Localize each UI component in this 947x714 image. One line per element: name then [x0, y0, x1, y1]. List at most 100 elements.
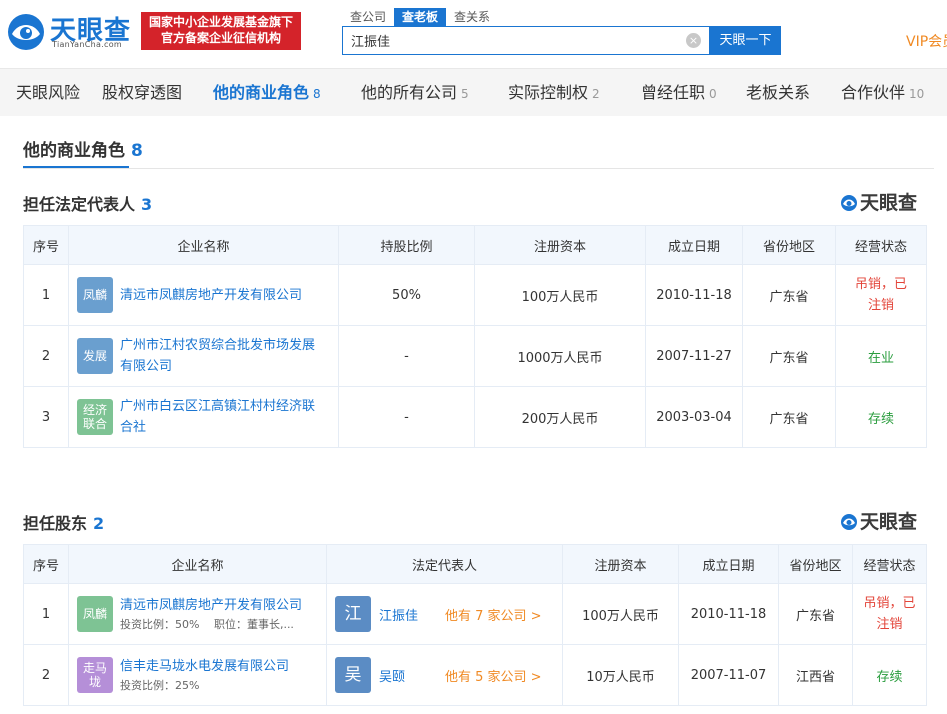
tab-count: 0	[709, 87, 717, 101]
tab-equity-graph[interactable]: 股权穿透图	[102, 69, 182, 117]
company-logo[interactable]: 走马垅	[77, 657, 113, 693]
section-label: 担任法定代表人	[23, 195, 136, 214]
company-sub-info: 投资比例：50% 职位：董事长,...	[120, 618, 294, 631]
vip-link[interactable]: VIP会员	[906, 31, 947, 51]
tab-count: 10	[909, 87, 925, 101]
legal-rep-section-title: 担任法定代表人 3	[23, 191, 152, 215]
tab-partners[interactable]: 合作伙伴 10	[841, 69, 924, 117]
company-link[interactable]: 信丰走马垅水电发展有限公司	[120, 656, 320, 677]
registered-capital: 10万人民币	[562, 644, 679, 706]
search-input[interactable]	[343, 27, 673, 54]
tab-label: 曾经任职	[641, 83, 706, 102]
eye-logo-icon	[841, 195, 857, 211]
more-companies-link[interactable]: 他有 5 家公司 >	[445, 666, 542, 685]
tab-business-roles[interactable]: 他的商业角色 8	[213, 69, 321, 117]
shareholder-table: 序号 企业名称 法定代表人 注册资本 成立日期 省份地区 经营状态 1 凤麟 清远…	[23, 544, 927, 706]
section-count: 2	[93, 514, 105, 533]
tab-search-company[interactable]: 查公司	[342, 8, 394, 26]
tab-label: 他的商业角色	[213, 83, 310, 102]
col-header-share: 持股比例	[338, 225, 475, 265]
more-companies-link[interactable]: 他有 7 家公司 >	[445, 605, 542, 624]
eye-logo-icon	[841, 514, 857, 530]
row-no: 2	[23, 644, 69, 706]
company-logo[interactable]: 凤麟	[77, 277, 113, 313]
official-badge: 国家中小企业发展基金旗下 官方备案企业征信机构	[141, 12, 301, 50]
company-link[interactable]: 清远市凤麒房地产开发有限公司	[120, 595, 320, 616]
col-header-legal-rep: 法定代表人	[326, 544, 563, 584]
status-text: 存续	[867, 411, 894, 427]
col-header-company: 企业名称	[68, 544, 327, 584]
avatar[interactable]: 江	[335, 596, 371, 632]
person-link[interactable]: 江振佳	[379, 605, 445, 624]
status-text: 在业	[867, 350, 894, 366]
main-content: 他的商业角色 8 担任法定代表人 3 天眼查 序号 企业名称 持股比例 注册资本 成…	[8, 116, 947, 714]
founded-date: 2010-11-18	[678, 583, 779, 645]
tab-boss-relations[interactable]: 老板关系	[746, 69, 810, 117]
status-cell: 存续	[852, 644, 927, 706]
tab-search-relation[interactable]: 查关系	[446, 8, 498, 26]
company-logo[interactable]: 经济联合	[77, 399, 113, 435]
company-link[interactable]: 广州市江村农贸综合批发市场发展有限公司	[120, 335, 325, 377]
row-no: 2	[23, 325, 69, 387]
table-row: 2 走马垅 信丰走马垅水电发展有限公司投资比例：25% 吴吴颐 他有 5 家公司 >…	[23, 644, 927, 706]
page-title-count: 8	[131, 141, 143, 161]
founded-date: 2007-11-07	[678, 644, 779, 706]
tab-search-boss[interactable]: 查老板	[394, 8, 447, 26]
table-header-row: 序号 企业名称 法定代表人 注册资本 成立日期 省份地区 经营状态	[23, 544, 927, 584]
company-cell: 发展 广州市江村农贸综合批发市场发展有限公司	[68, 325, 339, 387]
company-logo[interactable]: 发展	[77, 338, 113, 374]
company-logo[interactable]: 凤麟	[77, 596, 113, 632]
tab-actual-control[interactable]: 实际控制权 2	[508, 69, 600, 117]
tianyancha-logo[interactable]: 天眼查 TianYanCha.com	[6, 10, 134, 52]
tab-risk[interactable]: 天眼风险	[16, 69, 80, 117]
person-link[interactable]: 吴颐	[379, 666, 445, 685]
col-header-status: 经营状态	[835, 225, 927, 265]
brand-watermark: 天眼查	[840, 507, 917, 534]
section-count: 3	[141, 195, 153, 214]
col-header-date: 成立日期	[645, 225, 743, 265]
clear-icon[interactable]: ×	[686, 33, 701, 48]
table-row: 3 经济联合 广州市白云区江高镇江村村经济联合社 - 200万人民币 2003-0…	[23, 386, 927, 448]
col-header-no: 序号	[23, 544, 69, 584]
company-cell: 凤麟 清远市凤麒房地产开发有限公司	[68, 264, 339, 326]
table-row: 1 凤麟 清远市凤麒房地产开发有限公司 50% 100万人民币 2010-11-1…	[23, 264, 927, 326]
col-header-capital: 注册资本	[562, 544, 679, 584]
region: 广东省	[742, 264, 836, 326]
company-cell: 经济联合 广州市白云区江高镇江村村经济联合社	[68, 386, 339, 448]
tab-count: 2	[592, 87, 600, 101]
share-ratio: -	[338, 386, 475, 448]
col-header-region: 省份地区	[778, 544, 853, 584]
company-link[interactable]: 广州市白云区江高镇江村村经济联合社	[120, 396, 325, 438]
badge-line-2: 官方备案企业征信机构	[160, 31, 281, 45]
founded-date: 2003-03-04	[645, 386, 743, 448]
search-button[interactable]: 天眼一下	[710, 26, 781, 55]
region: 广东省	[742, 325, 836, 387]
share-ratio: -	[338, 325, 475, 387]
page-title: 他的商业角色 8	[23, 136, 143, 161]
status-text: 吊销，已注销	[854, 277, 907, 313]
search-type-tabs: 查公司 查老板 查关系	[342, 8, 498, 26]
status-cell: 吊销，已注销	[852, 583, 927, 645]
tab-all-companies[interactable]: 他的所有公司 5	[361, 69, 469, 117]
divider	[23, 168, 934, 169]
company-link[interactable]: 清远市凤麒房地产开发有限公司	[120, 285, 302, 306]
table-row: 1 凤麟 清远市凤麒房地产开发有限公司 投资比例：50% 职位：董事长,... 江江…	[23, 583, 927, 645]
col-header-status: 经营状态	[852, 544, 927, 584]
col-header-region: 省份地区	[742, 225, 836, 265]
share-ratio: 50%	[338, 264, 475, 326]
company-cell: 走马垅 信丰走马垅水电发展有限公司投资比例：25%	[68, 644, 327, 706]
avatar[interactable]: 吴	[335, 657, 371, 693]
legal-rep-cell: 吴吴颐 他有 5 家公司 >	[326, 644, 563, 706]
company-sub-info: 投资比例：25%	[120, 679, 200, 692]
row-no: 1	[23, 264, 69, 326]
section-label: 担任股东	[23, 514, 88, 533]
tab-label: 合作伙伴	[841, 83, 906, 102]
profile-tabs: 天眼风险 股权穿透图 他的商业角色 8 他的所有公司 5 实际控制权 2 曾经任职 0 …	[0, 68, 947, 116]
brand-text: 天眼查	[860, 511, 918, 533]
search-box: ×	[342, 26, 710, 55]
top-header: 天眼查 TianYanCha.com 国家中小企业发展基金旗下 官方备案企业征信…	[0, 0, 947, 68]
tab-past-positions[interactable]: 曾经任职 0	[641, 69, 717, 117]
eye-logo-icon	[8, 14, 44, 50]
registered-capital: 100万人民币	[562, 583, 679, 645]
status-text: 存续	[876, 669, 903, 685]
